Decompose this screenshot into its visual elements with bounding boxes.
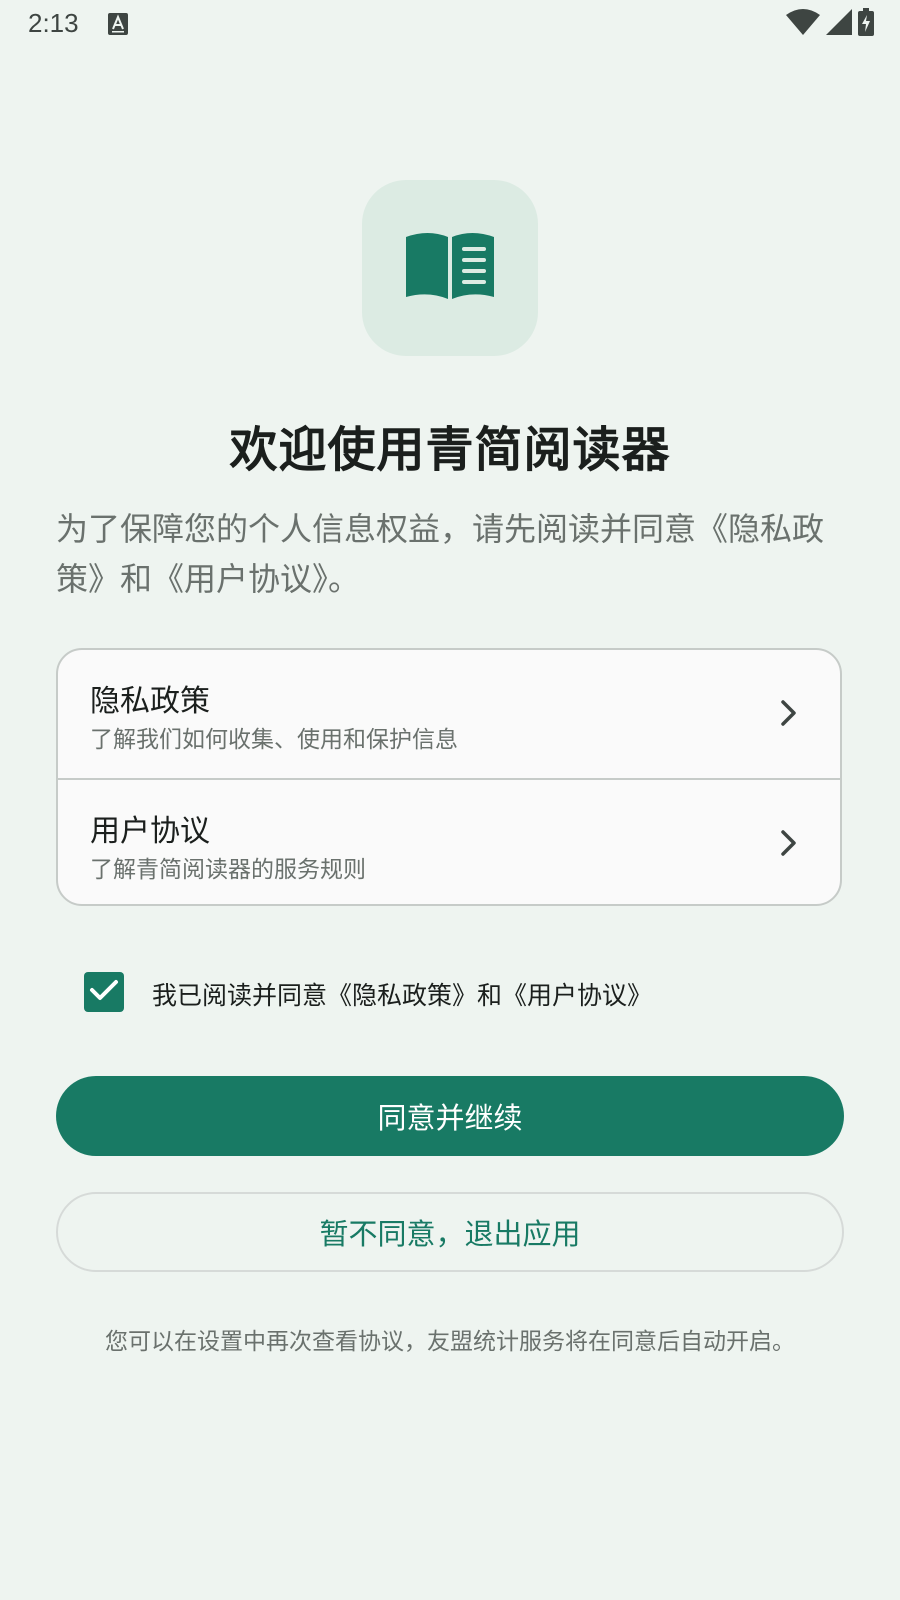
consent-label[interactable]: 我已阅读并同意《隐私政策》和《用户协议》 (152, 976, 652, 1012)
status-time: 2:13 (28, 8, 79, 38)
consent-checkbox[interactable] (84, 972, 124, 1012)
chevron-right-icon (778, 828, 800, 858)
status-icons (786, 8, 874, 40)
user-agreement-item[interactable]: 用户协议 了解青简阅读器的服务规则 (58, 780, 840, 904)
check-icon (89, 978, 119, 1006)
app-logo (362, 180, 538, 356)
user-agreement-title: 用户协议 (90, 814, 210, 849)
privacy-policy-title: 隐私政策 (90, 684, 210, 719)
document-list: 隐私政策 了解我们如何收集、使用和保护信息 用户协议 了解青简阅读器的服务规则 (56, 648, 842, 906)
intro-text: 为了保障您的个人信息权益，请先阅读并同意《隐私政策》和《用户协议》。 (56, 510, 825, 598)
decline-exit-button[interactable]: 暂不同意，退出应用 (56, 1192, 844, 1272)
text-input-icon (108, 13, 128, 35)
status-bar: 2:13 (0, 0, 900, 50)
agree-continue-button[interactable]: 同意并继续 (56, 1076, 844, 1156)
footer-note: 您可以在设置中再次查看协议，友盟统计服务将在同意后自动开启。 (105, 1329, 795, 1355)
chevron-right-icon (778, 698, 800, 728)
open-book-icon (406, 231, 494, 305)
page-title: 欢迎使用青简阅读器 (229, 422, 671, 478)
privacy-policy-subtitle: 了解我们如何收集、使用和保护信息 (90, 727, 458, 753)
battery-charging-icon (858, 8, 874, 40)
wifi-icon (786, 9, 820, 39)
signal-icon (826, 9, 852, 39)
user-agreement-subtitle: 了解青简阅读器的服务规则 (90, 857, 366, 883)
privacy-policy-item[interactable]: 隐私政策 了解我们如何收集、使用和保护信息 (58, 650, 840, 778)
consent-row: 我已阅读并同意《隐私政策》和《用户协议》 (84, 970, 824, 1012)
